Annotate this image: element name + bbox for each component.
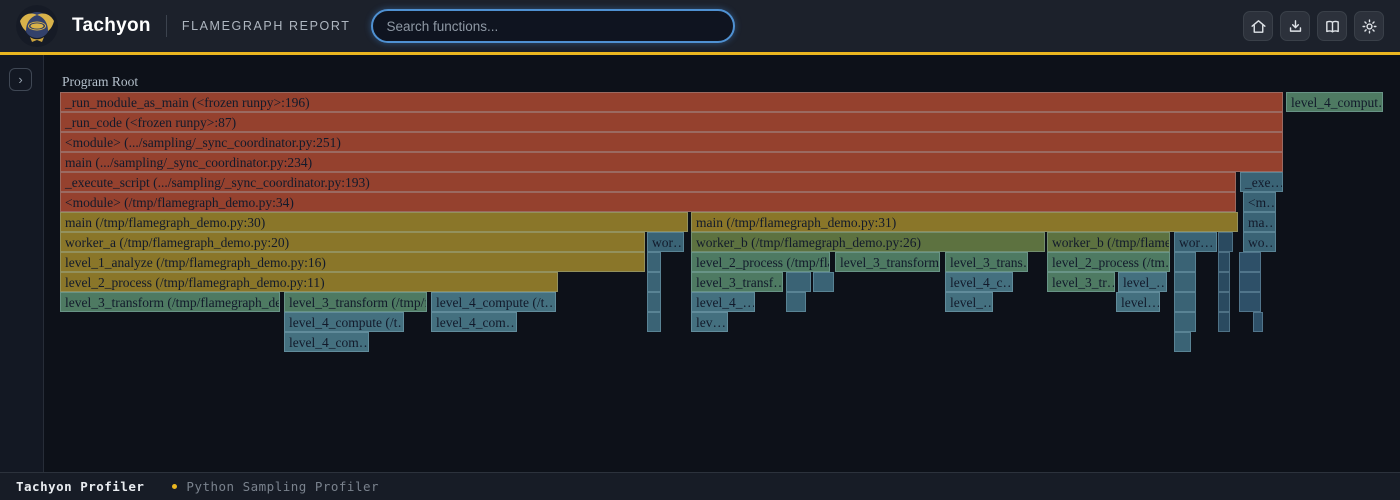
flame-bar[interactable]: level_1_analyze (/tmp/flamegraph_demo.py…: [60, 252, 645, 272]
flame-bar[interactable]: [786, 292, 806, 312]
flame-bar[interactable]: [813, 272, 834, 292]
flame-bar[interactable]: <module> (.../sampling/_sync_coordinator…: [60, 132, 1283, 152]
flame-bar[interactable]: level_…: [945, 292, 993, 312]
flame-bar[interactable]: [1174, 312, 1196, 332]
flame-bar[interactable]: _run_module_as_main (<frozen runpy>:196): [60, 92, 1283, 112]
flame-bar[interactable]: worker_a (/tmp/flamegraph_demo.py:20): [60, 232, 645, 252]
report-type-label: FLAMEGRAPH REPORT: [182, 19, 351, 33]
flame-bar[interactable]: level…: [1116, 292, 1160, 312]
app-title: Tachyon: [72, 15, 151, 37]
flame-bar[interactable]: level_2_process (/tm…: [1047, 252, 1170, 272]
flame-bar[interactable]: level_3_transform…: [835, 252, 940, 272]
flame-bar[interactable]: [1218, 232, 1233, 252]
flame-bar[interactable]: level_3_tr…: [1047, 272, 1115, 292]
flame-bar[interactable]: [1239, 252, 1261, 272]
footer-bullet-icon: [172, 484, 177, 489]
flame-bar[interactable]: lev…: [691, 312, 728, 332]
flame-bar[interactable]: level_4_com…: [284, 332, 369, 352]
flame-bar[interactable]: [1239, 272, 1261, 292]
home-icon: [1250, 18, 1267, 35]
flame-bar[interactable]: <m…: [1243, 192, 1276, 212]
flame-bar[interactable]: wor…: [1174, 232, 1217, 252]
flame-bar[interactable]: [1218, 312, 1230, 332]
flame-bar[interactable]: wo…: [1243, 232, 1276, 252]
flame-bar[interactable]: level_3_transform (/tmp/flamegraph_dem…: [60, 292, 280, 312]
brightness-icon: [1361, 18, 1378, 35]
flame-bar[interactable]: [1218, 292, 1230, 312]
flame-bar[interactable]: [647, 272, 661, 292]
flame-bar[interactable]: _exe…: [1240, 172, 1283, 192]
footer: Tachyon Profiler Python Sampling Profile…: [0, 472, 1400, 500]
flame-bar[interactable]: level_3_trans…: [945, 252, 1028, 272]
flamegraph-root-label: Program Root: [62, 72, 138, 92]
home-button[interactable]: [1243, 11, 1273, 41]
docs-button[interactable]: [1317, 11, 1347, 41]
flame-bar[interactable]: level_4_compute (/t…: [431, 292, 556, 312]
flame-bar[interactable]: level_…: [1118, 272, 1167, 292]
flame-bar[interactable]: [786, 272, 811, 292]
flame-bar[interactable]: [1174, 292, 1196, 312]
flame-bar[interactable]: level_3_transf…: [691, 272, 783, 292]
flame-bar[interactable]: _run_code (<frozen runpy>:87): [60, 112, 1283, 132]
flame-bar[interactable]: [647, 312, 661, 332]
flame-bar[interactable]: [647, 252, 661, 272]
flame-bar[interactable]: main (/tmp/flamegraph_demo.py:31): [691, 212, 1238, 232]
flame-bar[interactable]: level_3_transform (/tmp/fl…: [284, 292, 427, 312]
flame-bar[interactable]: main (.../sampling/_sync_coordinator.py:…: [60, 152, 1283, 172]
flamegraph-panel: Program Root _run_module_as_main (<froze…: [44, 55, 1400, 472]
flame-bar[interactable]: level_2_process (/tmp/fla…: [691, 252, 830, 272]
flame-bar[interactable]: [1174, 332, 1191, 352]
flame-bar[interactable]: level_4_compute (/t…: [284, 312, 404, 332]
download-icon: [1287, 18, 1304, 35]
flame-bar[interactable]: main (/tmp/flamegraph_demo.py:30): [60, 212, 688, 232]
flame-bar[interactable]: level_4_…: [691, 292, 755, 312]
flame-bar[interactable]: level_4_c…: [945, 272, 1013, 292]
flame-bar[interactable]: wor…: [647, 232, 684, 252]
flame-bar[interactable]: worker_b (/tmp/flame…: [1047, 232, 1170, 252]
tachyon-app: Tachyon FLAMEGRAPH REPORT: [0, 0, 1400, 500]
header: Tachyon FLAMEGRAPH REPORT: [0, 0, 1400, 55]
tachyon-logo-icon: [16, 5, 58, 47]
footer-subtitle: Python Sampling Profiler: [186, 479, 379, 494]
theme-toggle-button[interactable]: [1354, 11, 1384, 41]
sidebar: ›: [0, 55, 44, 472]
header-divider: [166, 15, 167, 37]
sidebar-expand-button[interactable]: ›: [9, 68, 32, 91]
book-icon: [1324, 18, 1341, 35]
footer-app-name: Tachyon Profiler: [16, 479, 144, 494]
flame-bar[interactable]: <module> (/tmp/flamegraph_demo.py:34): [60, 192, 1236, 212]
flame-bar[interactable]: worker_b (/tmp/flamegraph_demo.py:26): [691, 232, 1045, 252]
flame-bar[interactable]: [647, 292, 661, 312]
flame-bar[interactable]: [1218, 272, 1230, 292]
flame-bar[interactable]: [1218, 252, 1230, 272]
flame-bar[interactable]: level_4_com…: [431, 312, 517, 332]
flame-bar[interactable]: [1174, 252, 1196, 272]
flame-bar[interactable]: [1253, 312, 1263, 332]
flame-bar[interactable]: level_4_comput…: [1286, 92, 1383, 112]
flame-bar[interactable]: [1239, 292, 1261, 312]
download-button[interactable]: [1280, 11, 1310, 41]
flame-bar[interactable]: _execute_script (.../sampling/_sync_coor…: [60, 172, 1236, 192]
flame-bar[interactable]: [1174, 272, 1196, 292]
flame-bar[interactable]: level_2_process (/tmp/flamegraph_demo.py…: [60, 272, 558, 292]
search-input[interactable]: [371, 9, 735, 43]
flame-bar[interactable]: ma…: [1243, 212, 1276, 232]
